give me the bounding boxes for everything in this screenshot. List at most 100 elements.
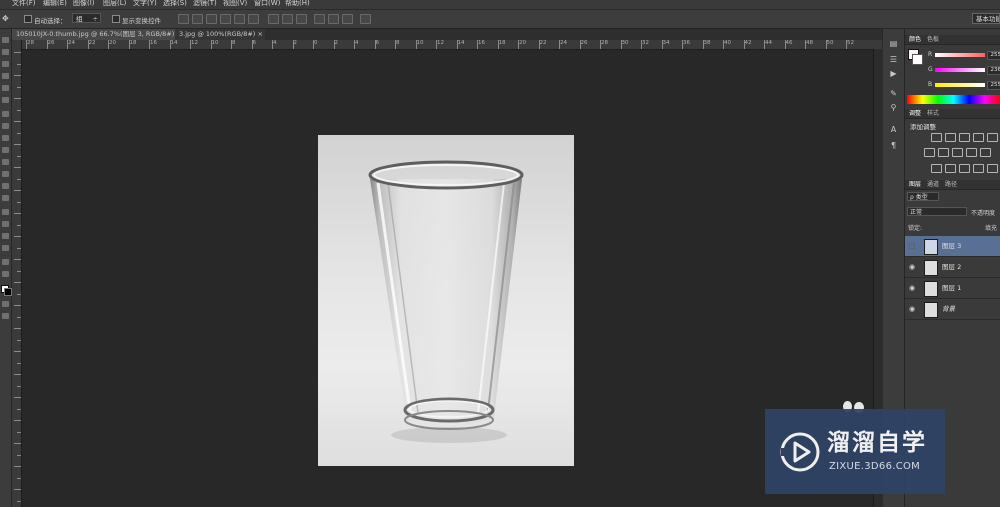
menu-file[interactable]: 文件(F) — [12, 0, 36, 7]
layer-name[interactable]: 图层 2 — [942, 263, 961, 271]
invert-icon[interactable] — [931, 164, 942, 173]
gradient-map-icon[interactable] — [973, 164, 984, 173]
tab-styles[interactable]: 样式 — [927, 110, 939, 117]
zoom-icon[interactable] — [2, 271, 9, 277]
layer-name[interactable]: 图层 1 — [942, 284, 961, 292]
layer-name[interactable]: 背景 — [942, 305, 955, 313]
distribute-left-icon[interactable] — [314, 14, 325, 24]
levels-icon[interactable] — [945, 133, 956, 142]
brightness-icon[interactable] — [931, 133, 942, 142]
gradient-icon[interactable] — [2, 171, 9, 177]
menu-view[interactable]: 视图(V) — [223, 0, 247, 7]
layer-name[interactable]: 图层 3 — [942, 242, 961, 250]
menu-window[interactable]: 窗口(W) — [254, 0, 280, 7]
tab-channels[interactable]: 通道 — [927, 181, 939, 188]
tab-layers[interactable]: 图层 — [909, 181, 921, 188]
menu-edit[interactable]: 编辑(E) — [43, 0, 67, 7]
eye-icon[interactable]: ◉ — [909, 264, 915, 271]
quick-mask-icon[interactable] — [2, 301, 9, 307]
actions-icon[interactable]: ▶ — [888, 69, 899, 78]
auto-align-icon[interactable] — [360, 14, 371, 24]
eraser-icon[interactable] — [2, 159, 9, 165]
crop-icon[interactable] — [2, 85, 9, 91]
selective-color-icon[interactable] — [987, 164, 998, 173]
tab-swatches[interactable]: 色板 — [927, 36, 939, 43]
align-left-icon[interactable] — [220, 14, 231, 24]
color-balance-icon[interactable] — [938, 148, 949, 157]
blend-mode-dropdown[interactable]: 正常 — [907, 207, 967, 216]
curves-icon[interactable] — [959, 133, 970, 142]
eye-icon[interactable]: ◉ — [909, 306, 915, 313]
posterize-icon[interactable] — [945, 164, 956, 173]
distribute-bottom-icon[interactable] — [296, 14, 307, 24]
menu-select[interactable]: 选择(S) — [163, 0, 187, 7]
tab-document-active[interactable]: 105010JX-0.thumb.jpg @ 66.7%(图层 3, RGB/8… — [12, 29, 180, 40]
exposure-icon[interactable] — [973, 133, 984, 142]
layer-row-background[interactable]: ◉ 背景 — [905, 299, 1000, 320]
move-icon[interactable] — [2, 37, 9, 43]
screen-mode-icon[interactable] — [2, 313, 9, 319]
color-spectrum[interactable] — [907, 95, 1000, 104]
lasso-icon[interactable] — [2, 61, 9, 67]
align-vcenter-icon[interactable] — [192, 14, 203, 24]
blur-icon[interactable] — [2, 183, 9, 189]
shape-icon[interactable] — [2, 245, 9, 251]
history-brush-icon[interactable] — [2, 147, 9, 153]
align-bottom-icon[interactable] — [206, 14, 217, 24]
distribute-hcenter-icon[interactable] — [328, 14, 339, 24]
align-top-icon[interactable] — [178, 14, 189, 24]
channel-r-slider[interactable] — [935, 53, 985, 57]
quick-select-icon[interactable] — [2, 73, 9, 79]
channel-g-value[interactable]: 236 — [987, 66, 1000, 75]
auto-select-dropdown[interactable]: 组 ÷ — [72, 13, 101, 23]
threshold-icon[interactable] — [959, 164, 970, 173]
character-icon[interactable]: A — [888, 125, 899, 134]
align-hcenter-icon[interactable] — [234, 14, 245, 24]
close-icon[interactable]: × — [258, 29, 263, 40]
text-icon[interactable] — [2, 221, 9, 227]
auto-select-checkbox[interactable] — [24, 15, 32, 23]
clone-source-icon[interactable]: ⚲ — [888, 103, 899, 112]
eyedropper-icon[interactable] — [2, 97, 9, 103]
distribute-vcenter-icon[interactable] — [282, 14, 293, 24]
move-tool-icon[interactable]: ✥ — [2, 14, 9, 23]
background-swatch[interactable] — [912, 54, 923, 65]
tab-adjustments[interactable]: 调整 — [909, 110, 921, 117]
layer-row-2[interactable]: ◉ 图层 2 — [905, 257, 1000, 278]
channel-r-value[interactable]: 255 — [987, 51, 1000, 60]
dodge-icon[interactable] — [2, 195, 9, 201]
paragraph-icon[interactable]: ¶ — [888, 141, 899, 150]
brush-icon[interactable] — [2, 123, 9, 129]
stamp-icon[interactable] — [2, 135, 9, 141]
channel-mixer-icon[interactable] — [980, 148, 991, 157]
distribute-top-icon[interactable] — [268, 14, 279, 24]
black-white-icon[interactable] — [952, 148, 963, 157]
show-transform-checkbox[interactable] — [112, 15, 120, 23]
eye-icon[interactable]: ◉ — [909, 285, 915, 292]
properties-icon[interactable]: ☰ — [888, 55, 899, 64]
layer-row-1[interactable]: ◉ 图层 1 — [905, 278, 1000, 299]
path-select-icon[interactable] — [2, 233, 9, 239]
marquee-icon[interactable] — [2, 49, 9, 55]
layer-filter-dropdown[interactable]: ρ 类型 — [907, 192, 939, 201]
align-right-icon[interactable] — [248, 14, 259, 24]
channel-b-value[interactable]: 255 — [987, 81, 1000, 90]
channel-g-slider[interactable] — [935, 68, 985, 72]
tab-document-2[interactable]: 3.jpg @ 100%(RGB/8#) × — [175, 29, 265, 40]
distribute-right-icon[interactable] — [342, 14, 353, 24]
menu-filter[interactable]: 滤镜(T) — [193, 0, 217, 7]
background-color-swatch[interactable] — [4, 288, 12, 296]
menu-help[interactable]: 帮助(H) — [285, 0, 310, 7]
menu-type[interactable]: 文字(Y) — [133, 0, 157, 7]
pen-icon[interactable] — [2, 209, 9, 215]
layer-row-3[interactable]: □ 图层 3 — [905, 236, 1000, 257]
hue-saturation-icon[interactable] — [924, 148, 935, 157]
hand-icon[interactable] — [2, 259, 9, 265]
menu-layer[interactable]: 图层(L) — [103, 0, 126, 7]
workspace-switcher[interactable]: 基本功能 — [972, 13, 1000, 24]
healing-icon[interactable] — [2, 111, 9, 117]
vibrance-icon[interactable] — [987, 133, 998, 142]
document-canvas[interactable] — [318, 135, 574, 466]
history-icon[interactable]: ▤ — [888, 39, 899, 48]
channel-b-slider[interactable] — [935, 83, 985, 87]
